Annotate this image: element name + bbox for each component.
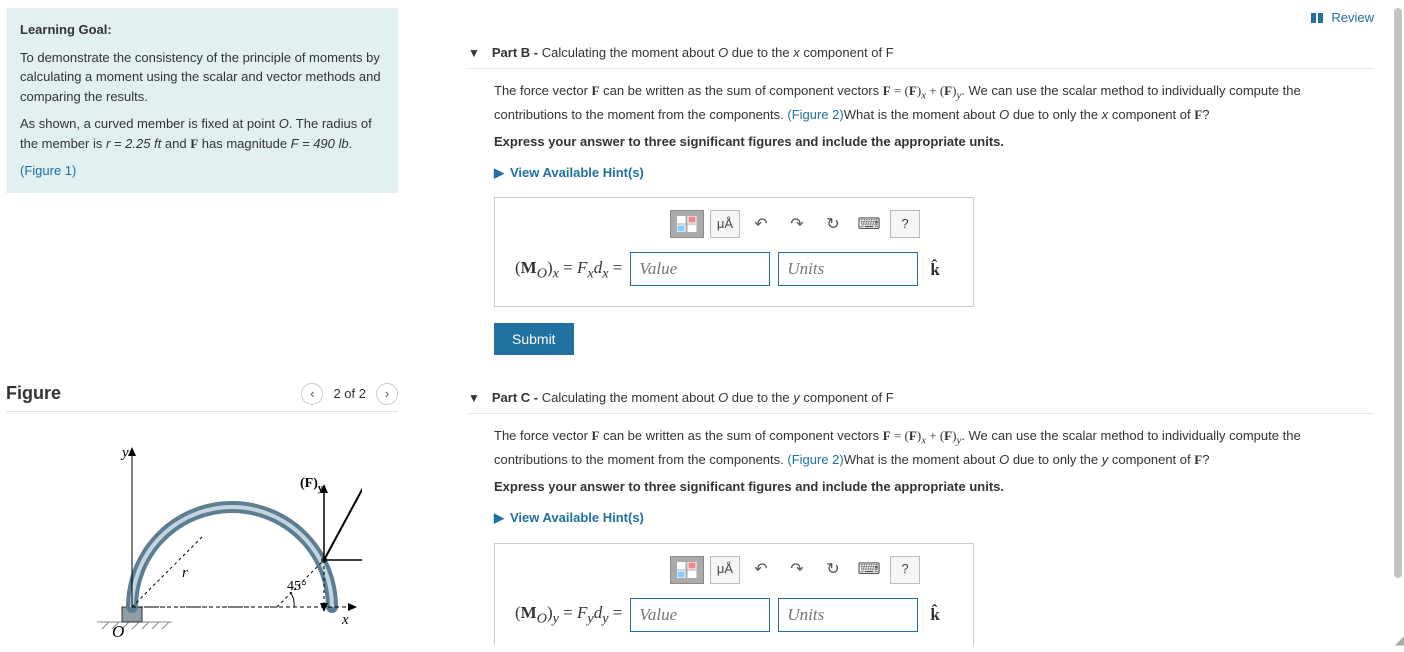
templates-icon (677, 216, 697, 232)
learning-goal-p2: As shown, a curved member is fixed at po… (20, 114, 384, 153)
part-b-units-input[interactable] (778, 252, 918, 286)
undo-button[interactable]: ↶ (746, 556, 776, 584)
caret-down-icon: ▼ (468, 46, 480, 60)
svg-text:45°: 45° (287, 579, 307, 594)
svg-text:y: y (120, 445, 129, 461)
undo-button[interactable]: ↶ (746, 210, 776, 238)
part-c-lhs: (MO)y = Fydy = (515, 599, 622, 630)
figure-1-link[interactable]: (Figure 1) (20, 163, 76, 178)
part-b-submit-button[interactable]: Submit (494, 323, 574, 355)
part-c-answer-box: μÅ ↶ ↷ ↻ ⌨ ? (MO)y = Fydy = k̂ (494, 543, 974, 645)
units-symbols-button[interactable]: μÅ (710, 210, 740, 238)
part-b-answer-box: μÅ ↶ ↷ ↻ ⌨ ? (MO)x = Fxdx = k̂ (494, 197, 974, 307)
part-b-lhs: (MO)x = Fxdx = (515, 254, 622, 285)
part-b-hints-toggle[interactable]: ▶ View Available Hint(s) (494, 163, 1374, 184)
figure-2-link-b[interactable]: (Figure 2) (787, 107, 843, 122)
figure-2-link-c[interactable]: (Figure 2) (787, 452, 843, 467)
figure-heading: Figure (6, 383, 61, 404)
part-c-header[interactable]: ▼ Part C - Calculating the moment about … (468, 390, 1374, 414)
part-b-header[interactable]: ▼ Part B - Calculating the moment about … (468, 45, 1374, 69)
svg-text:O: O (112, 622, 124, 641)
templates-button[interactable] (670, 210, 704, 238)
figure-counter: 2 of 2 (333, 386, 366, 401)
part-c-value-input[interactable] (630, 598, 770, 632)
units-symbols-button[interactable]: μÅ (710, 556, 740, 584)
learning-goal-p1: To demonstrate the consistency of the pr… (20, 48, 384, 107)
caret-down-icon: ▼ (468, 391, 480, 405)
keyboard-button[interactable]: ⌨ (854, 556, 884, 584)
learning-goal-header: Learning Goal: (20, 20, 384, 40)
templates-icon (677, 562, 697, 578)
part-b-instruction: Express your answer to three significant… (494, 132, 1374, 153)
reset-button[interactable]: ↻ (818, 210, 848, 238)
k-hat: k̂ (926, 256, 939, 283)
k-hat: k̂ (926, 601, 939, 628)
reset-button[interactable]: ↻ (818, 556, 848, 584)
caret-right-icon: ▶ (494, 163, 504, 184)
scrollbar-thumb[interactable] (1394, 8, 1402, 578)
caret-right-icon: ▶ (494, 508, 504, 529)
figure-prev-button[interactable]: ‹ (301, 383, 323, 405)
part-b-value-input[interactable] (630, 252, 770, 286)
resize-handle-icon[interactable]: ◢ (1395, 637, 1402, 643)
part-c-units-input[interactable] (778, 598, 918, 632)
part-c-instruction: Express your answer to three significant… (494, 477, 1374, 498)
templates-button[interactable] (670, 556, 704, 584)
figure-diagram: y x O r 45° (6, 432, 398, 652)
part-c-hints-toggle[interactable]: ▶ View Available Hint(s) (494, 508, 1374, 529)
svg-text:x: x (341, 612, 349, 628)
part-c-body: The force vector F can be written as the… (494, 426, 1374, 471)
help-button[interactable]: ? (890, 556, 920, 584)
svg-text:r: r (182, 565, 188, 581)
help-button[interactable]: ? (890, 210, 920, 238)
figure-next-button[interactable]: › (376, 383, 398, 405)
learning-goal-box: Learning Goal: To demonstrate the consis… (6, 8, 398, 193)
scrollbar[interactable] (1394, 8, 1402, 637)
review-icon (1311, 13, 1325, 23)
svg-text:(F)y: (F)y (300, 476, 323, 494)
redo-button[interactable]: ↷ (782, 556, 812, 584)
part-b-body: The force vector F can be written as the… (494, 81, 1374, 126)
review-link[interactable]: Review (1311, 10, 1374, 25)
redo-button[interactable]: ↷ (782, 210, 812, 238)
keyboard-button[interactable]: ⌨ (854, 210, 884, 238)
